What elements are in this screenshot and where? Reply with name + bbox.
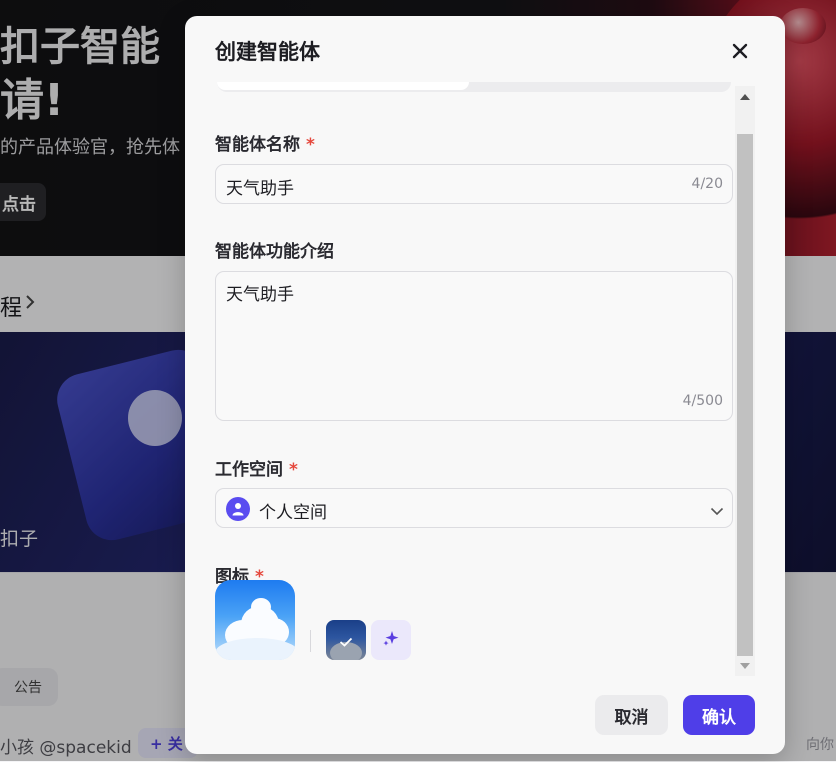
agent-name-counter: 4/20 <box>691 176 723 192</box>
selected-agent-icon[interactable] <box>215 580 295 660</box>
create-agent-dialog: 创建智能体 智能体名称 * 天气助手 4/20 智能体功能介绍 天气助手 4/50… <box>185 16 785 754</box>
cloud-shape <box>251 598 271 616</box>
scrollbar-thumb[interactable] <box>737 134 753 656</box>
sparkle-icon <box>382 629 400 651</box>
agent-description-label: 智能体功能介绍 <box>215 242 334 262</box>
required-mark: * <box>289 460 298 480</box>
scroll-down-arrow-icon[interactable] <box>740 663 750 669</box>
check-icon <box>339 632 353 651</box>
icon-option-selected[interactable] <box>326 620 366 660</box>
previous-field-edge <box>217 82 731 92</box>
agent-name-input[interactable]: 天气助手 4/20 <box>215 164 733 204</box>
workspace-label-text: 工作空间 <box>215 460 283 480</box>
ai-generate-icon-button[interactable] <box>371 620 411 660</box>
dialog-title: 创建智能体 <box>215 40 320 64</box>
cloud-shape <box>215 638 295 660</box>
agent-description-textarea[interactable]: 天气助手 4/500 <box>215 271 733 421</box>
dialog-scroll-area: 智能体名称 * 天气助手 4/20 智能体功能介绍 天气助手 4/500 工作空间… <box>185 82 785 694</box>
workspace-label: 工作空间 * <box>215 455 298 480</box>
agent-name-label-text: 智能体名称 <box>215 135 300 155</box>
agent-description-counter: 4/500 <box>682 393 723 409</box>
agent-description-value: 天气助手 <box>226 285 294 305</box>
agent-name-label: 智能体名称 * <box>215 130 315 155</box>
confirm-button[interactable]: 确认 <box>683 695 755 735</box>
close-button[interactable] <box>725 38 755 68</box>
icon-divider <box>310 630 311 652</box>
cancel-button[interactable]: 取消 <box>595 695 668 735</box>
user-avatar-icon <box>226 497 250 521</box>
chevron-down-icon <box>710 501 724 520</box>
scroll-up-arrow-icon[interactable] <box>740 94 750 100</box>
previous-field-fill <box>217 82 469 90</box>
dialog-scrollbar[interactable] <box>735 86 755 676</box>
workspace-selected-value: 个人空间 <box>259 503 327 523</box>
required-mark: * <box>306 135 315 155</box>
agent-name-value: 天气助手 <box>226 179 294 199</box>
close-icon <box>732 43 748 63</box>
workspace-select[interactable]: 个人空间 <box>215 488 733 528</box>
